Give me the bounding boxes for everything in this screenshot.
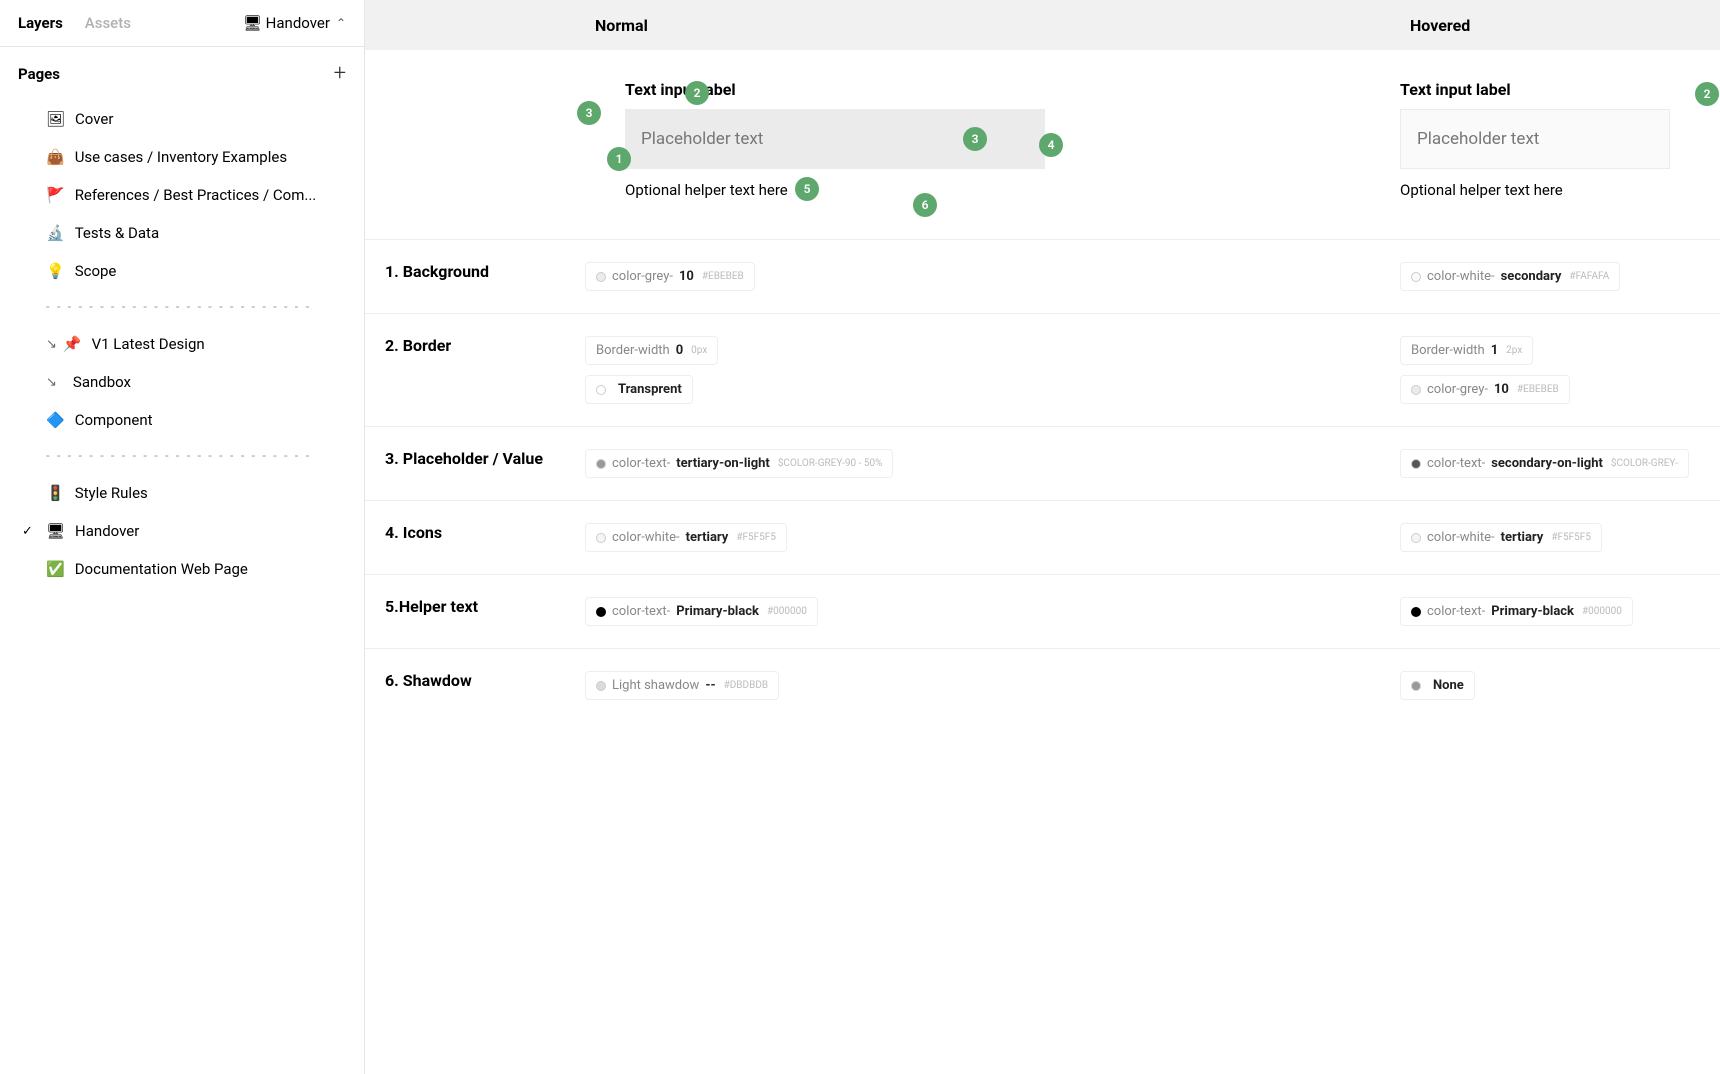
spec-col-normal: color-grey-10#EBEBEB xyxy=(585,262,1400,291)
spec-col-hovered: color-white-tertiary#F5F5F5 xyxy=(1400,523,1720,552)
preview-row: Text input label Placeholder text 3 2 1 … xyxy=(365,50,1720,239)
spec-col-hovered: Border-width 12px color-grey-10#EBEBEB xyxy=(1400,336,1720,404)
annotation-badge-4: 4 xyxy=(1039,133,1063,157)
page-item[interactable]: 💡Scope xyxy=(0,252,364,290)
spec-col-normal: color-white-tertiary#F5F5F5 xyxy=(585,523,1400,552)
spec-row: 2. BorderBorder-width 00pxTransprentBord… xyxy=(365,313,1720,426)
page-item[interactable]: ✅Documentation Web Page xyxy=(0,550,364,588)
annotation-badge-3: 3 xyxy=(577,101,601,125)
text-input-box-hovered: Placeholder text 2 xyxy=(1400,109,1670,169)
tab-layers[interactable]: Layers xyxy=(18,14,63,32)
placeholder-text: Placeholder text xyxy=(641,129,763,149)
spec-chip: color-grey-10#EBEBEB xyxy=(585,262,755,291)
helper-text: Optional helper text here 5 xyxy=(585,181,1400,199)
spec-chip: color-grey-10#EBEBEB xyxy=(1400,375,1570,404)
helper-text-hov: Optional helper text here xyxy=(1400,181,1720,199)
add-page-button[interactable]: + xyxy=(334,61,346,86)
spec-chip: None xyxy=(1400,671,1475,700)
spec-chip: color-text-tertiary-on-light$COLOR-GREY-… xyxy=(585,449,893,478)
spec-chip: Light shawdow --#DBDBDB xyxy=(585,671,779,700)
spec-row: 5.Helper textcolor-text-Primary-black#00… xyxy=(365,574,1720,648)
page-list: 🖼Cover👜Use cases / Inventory Examples🚩Re… xyxy=(0,96,364,592)
text-input-label-hov: Text input label xyxy=(1400,80,1720,99)
pages-header: Pages + xyxy=(0,47,364,96)
spec-chip: Transprent xyxy=(585,375,693,404)
annotation-badge-2: 2 xyxy=(685,81,709,105)
spec-label: 1. Background xyxy=(365,262,585,291)
placeholder-text-hov: Placeholder text xyxy=(1417,129,1539,149)
page-item[interactable]: 👜Use cases / Inventory Examples xyxy=(0,138,364,176)
spec-row: 1. Backgroundcolor-grey-10#EBEBEB color-w… xyxy=(365,239,1720,313)
current-page-dropdown[interactable]: 🖥 Handover ⌃ xyxy=(243,14,346,32)
spec-label: 3. Placeholder / Value xyxy=(365,449,585,478)
column-header-hovered: Hovered xyxy=(1400,16,1720,35)
page-item[interactable]: 🚩References / Best Practices / Com... xyxy=(0,176,364,214)
spec-col-hovered: color-white-secondary#FAFAFA xyxy=(1400,262,1720,291)
page-divider: - - - - - - - - - - - - - - - - - - - - … xyxy=(0,290,364,325)
spec-label: 2. Border xyxy=(365,336,585,404)
spec-col-normal: color-text-Primary-black#000000 xyxy=(585,597,1400,626)
spec-col-hovered: color-text-Primary-black#000000 xyxy=(1400,597,1720,626)
spec-chip: Border-width 00px xyxy=(585,336,718,365)
spec-label: 4. Icons xyxy=(365,523,585,552)
annotation-badge-1: 1 xyxy=(607,147,631,171)
spec-col-normal: Light shawdow --#DBDBDB xyxy=(585,671,1400,700)
annotation-badge-3b: 3 xyxy=(963,127,987,151)
spec-chip: color-text-secondary-on-light$COLOR-GREY… xyxy=(1400,449,1689,478)
spec-row: 4. Iconscolor-white-tertiary#F5F5F5color… xyxy=(365,500,1720,574)
page-item[interactable]: ↘📌V1 Latest Design xyxy=(0,325,364,363)
spec-label: 5.Helper text xyxy=(365,597,585,626)
spec-chip: Border-width 12px xyxy=(1400,336,1533,365)
spec-col-normal: color-text-tertiary-on-light$COLOR-GREY-… xyxy=(585,449,1400,478)
page-item[interactable]: ↘Sandbox xyxy=(0,363,364,401)
spec-chip: color-text-Primary-black#000000 xyxy=(585,597,818,626)
spec-chip: color-white-secondary#FAFAFA xyxy=(1400,262,1620,291)
spec-label: 6. Shawdow xyxy=(365,671,585,700)
chevron-up-icon: ⌃ xyxy=(336,16,346,30)
annotation-badge-5: 5 xyxy=(795,177,819,201)
page-item[interactable]: 🔬Tests & Data xyxy=(0,214,364,252)
spec-col-hovered: None xyxy=(1400,671,1720,700)
spec-row: 3. Placeholder / Valuecolor-text-tertiar… xyxy=(365,426,1720,500)
spec-col-hovered: color-text-secondary-on-light$COLOR-GREY… xyxy=(1400,449,1720,478)
pages-heading: Pages xyxy=(18,65,60,83)
preview-hovered: Text input label Placeholder text 2 Opti… xyxy=(1400,80,1720,199)
page-item[interactable]: 🖼Cover xyxy=(0,100,364,138)
page-divider: - - - - - - - - - - - - - - - - - - - - … xyxy=(0,439,364,474)
spec-chip: color-white-tertiary#F5F5F5 xyxy=(1400,523,1602,552)
column-header-normal: Normal xyxy=(585,16,1400,35)
spec-row: 6. ShawdowLight shawdow --#DBDBDB None xyxy=(365,648,1720,722)
spec-chip: color-text-Primary-black#000000 xyxy=(1400,597,1633,626)
sidebar-tabs: Layers Assets 🖥 Handover ⌃ xyxy=(0,0,364,47)
state-header-row: Normal Hovered xyxy=(365,0,1720,50)
page-item[interactable]: 🚦Style Rules xyxy=(0,474,364,512)
tab-assets[interactable]: Assets xyxy=(85,14,131,32)
specs-container: 1. Backgroundcolor-grey-10#EBEBEBcolor-w… xyxy=(365,239,1720,722)
preview-normal: Text input label Placeholder text 3 2 1 … xyxy=(585,80,1400,199)
spec-chip: color-white-tertiary#F5F5F5 xyxy=(585,523,787,552)
text-input-box-normal: Placeholder text 3 2 1 3 4 6 xyxy=(625,109,1045,169)
page-item[interactable]: 🔷Component xyxy=(0,401,364,439)
main-canvas: Normal Hovered Text input label Placehol… xyxy=(365,0,1720,1074)
spec-col-normal: Border-width 00px Transprent xyxy=(585,336,1400,404)
annotation-badge-2-hov: 2 xyxy=(1695,82,1719,106)
page-item[interactable]: 🖥Handover xyxy=(0,512,364,550)
sidebar: Layers Assets 🖥 Handover ⌃ Pages + 🖼Cove… xyxy=(0,0,365,1074)
